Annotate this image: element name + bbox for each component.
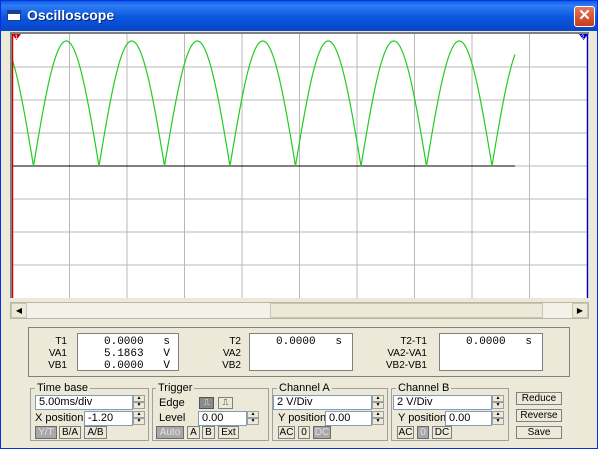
spin-down-icon[interactable]: ▼: [372, 418, 384, 425]
channel-a-ypos-field[interactable]: 0.00: [325, 411, 372, 426]
dvb-label: VB2-VB1: [385, 360, 427, 371]
dt-label: T2-T1: [400, 336, 427, 347]
xpos-field[interactable]: -1.20: [84, 411, 133, 426]
spin-up-icon[interactable]: ▲: [133, 395, 145, 402]
xpos-label: X position: [35, 412, 84, 424]
scroll-right-button[interactable]: ▶: [572, 303, 588, 318]
reduce-button[interactable]: Reduce: [516, 392, 562, 405]
scroll-thumb[interactable]: [270, 303, 543, 318]
falling-edge-icon: ⎍: [222, 398, 229, 407]
channel-a-scale-spinner[interactable]: ▲ ▼: [372, 395, 384, 410]
trigger-auto-button[interactable]: Auto: [156, 426, 184, 439]
t2-label: T2: [229, 336, 241, 347]
spin-up-icon[interactable]: ▲: [247, 411, 259, 418]
channel-a-ac-button[interactable]: AC: [278, 426, 295, 439]
edge-label: Edge: [159, 397, 185, 409]
spin-up-icon[interactable]: ▲: [133, 411, 145, 418]
spin-up-icon[interactable]: ▲: [372, 395, 384, 402]
channel-b-ypos-spinner[interactable]: ▲ ▼: [492, 411, 504, 426]
xpos-spinner[interactable]: ▲ ▼: [133, 411, 145, 426]
spin-down-icon[interactable]: ▼: [133, 402, 145, 409]
rising-edge-icon: ⎍: [203, 398, 210, 407]
t2-value: 0.0000 s: [276, 336, 343, 348]
close-icon: ✕: [578, 7, 591, 24]
trigger-label: Trigger: [156, 382, 195, 394]
oscilloscope-window: Oscilloscope ✕ 12 ◀ ▶ T1 VA1 VB1 0.0000 …: [0, 0, 598, 449]
va1-value: 5.1863 V: [104, 348, 171, 360]
level-field[interactable]: 0.00: [198, 411, 247, 426]
channel-a-trace: [12, 40, 516, 167]
dt-value: 0.0000 s: [466, 336, 533, 348]
window-icon: [7, 10, 21, 21]
spin-down-icon[interactable]: ▼: [492, 402, 504, 409]
cursor2-readout: 0.0000 s: [249, 333, 353, 371]
trigger-ext-button[interactable]: Ext: [218, 426, 239, 439]
channel-b-dc-button[interactable]: DC: [432, 426, 452, 439]
timebase-scale-spinner[interactable]: ▲ ▼: [133, 395, 145, 410]
reverse-button[interactable]: Reverse: [516, 409, 562, 422]
delta-readout: 0.0000 s: [439, 333, 543, 371]
channel-b-scale-spinner[interactable]: ▲ ▼: [492, 395, 504, 410]
cursor1-readout: 0.0000 s 5.1863 V 0.0000 V: [77, 333, 179, 372]
channel-b-scale-field[interactable]: 2 V/Div: [393, 395, 492, 410]
mode-ba-button[interactable]: B/A: [59, 426, 81, 439]
va2-label: VA2: [222, 348, 241, 359]
mode-ab-button[interactable]: A/B: [84, 426, 107, 439]
channel-a-ypos-spinner[interactable]: ▲ ▼: [372, 411, 384, 426]
trigger-a-button[interactable]: A: [187, 426, 200, 439]
vb1-label: VB1: [48, 360, 67, 371]
rising-edge-button[interactable]: ⎍: [199, 397, 214, 409]
spin-down-icon[interactable]: ▼: [133, 418, 145, 425]
mode-yt-button[interactable]: Y/T: [35, 426, 57, 439]
scroll-left-button[interactable]: ◀: [11, 303, 27, 318]
spin-up-icon[interactable]: ▲: [492, 411, 504, 418]
timebase-label: Time base: [35, 382, 90, 394]
channel-b-ypos-field[interactable]: 0.00: [445, 411, 492, 426]
spin-down-icon[interactable]: ▼: [372, 402, 384, 409]
save-button[interactable]: Save: [516, 426, 562, 439]
spin-down-icon[interactable]: ▼: [247, 418, 259, 425]
channel-a-dc-button[interactable]: DC: [313, 426, 331, 439]
channel-a-ypos-label: Y position: [278, 412, 327, 424]
arrow-left-icon: ◀: [15, 306, 23, 315]
channel-b-ypos-label: Y position: [398, 412, 447, 424]
t1-value: 0.0000 s: [104, 336, 171, 348]
channel-a-zero-button[interactable]: 0: [298, 426, 310, 439]
channel-b-label: Channel B: [396, 382, 452, 394]
level-spinner[interactable]: ▲ ▼: [247, 411, 259, 426]
spin-up-icon[interactable]: ▲: [372, 411, 384, 418]
title-bar[interactable]: Oscilloscope ✕: [1, 1, 597, 31]
va1-label: VA1: [48, 348, 67, 359]
window-title: Oscilloscope: [27, 7, 115, 23]
scope-canvas: 12: [12, 34, 589, 298]
channel-b-zero-button[interactable]: 0: [417, 426, 429, 439]
close-button[interactable]: ✕: [574, 6, 595, 27]
channel-a-label: Channel A: [277, 382, 332, 394]
channel-a-scale-field[interactable]: 2 V/Div: [273, 395, 372, 410]
vb1-value: 0.0000 V: [104, 360, 171, 372]
channel-b-ac-button[interactable]: AC: [397, 426, 414, 439]
spin-down-icon[interactable]: ▼: [492, 418, 504, 425]
vb2-label: VB2: [222, 360, 241, 371]
spin-up-icon[interactable]: ▲: [492, 395, 504, 402]
horizontal-scrollbar[interactable]: ◀ ▶: [10, 302, 589, 319]
falling-edge-button[interactable]: ⎍: [218, 397, 233, 409]
dva-label: VA2-VA1: [387, 348, 427, 359]
timebase-scale-field[interactable]: 5.00ms/div: [35, 395, 133, 410]
measurement-panel: T1 VA1 VB1 0.0000 s 5.1863 V 0.0000 V T2…: [28, 327, 570, 377]
scope-display: 12: [10, 32, 589, 298]
arrow-right-icon: ▶: [576, 306, 584, 315]
level-label: Level: [159, 412, 186, 424]
t1-label: T1: [55, 336, 67, 347]
trigger-b-button[interactable]: B: [202, 426, 215, 439]
